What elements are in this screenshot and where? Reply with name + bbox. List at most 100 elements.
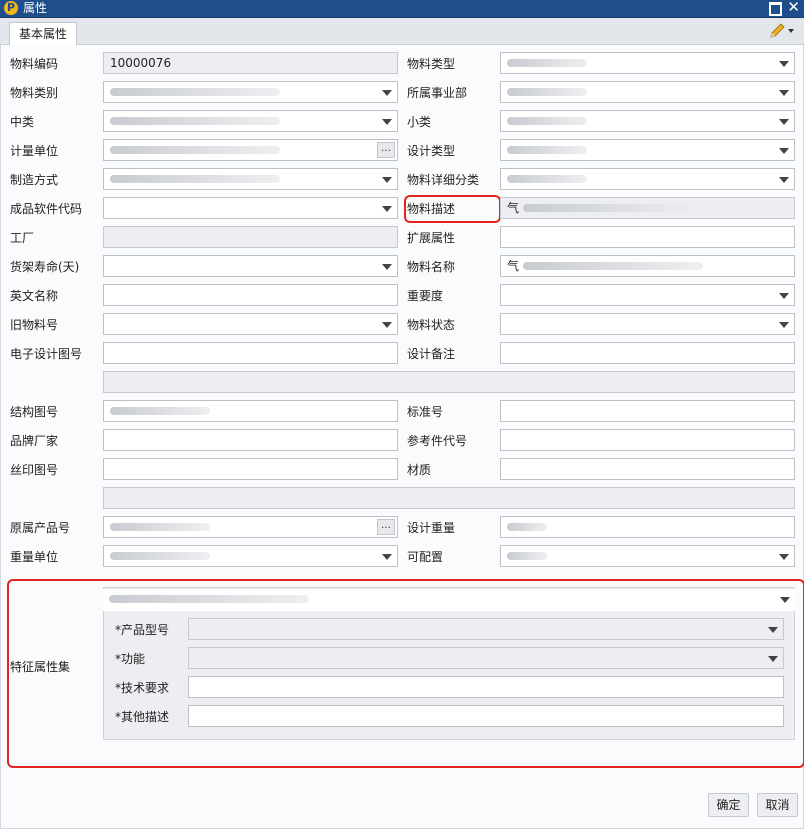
structure-drawing-field[interactable] — [103, 400, 398, 422]
chevron-down-icon[interactable] — [765, 650, 781, 666]
label-design-weight: 设计重量 — [407, 521, 456, 535]
label-small-class: 小类 — [407, 115, 432, 129]
app-logo-icon: P — [4, 1, 18, 15]
ellipsis-icon[interactable]: … — [377, 142, 395, 158]
cancel-button[interactable]: 取消 — [757, 793, 798, 817]
chevron-down-icon[interactable] — [379, 113, 395, 129]
design-weight-field[interactable] — [500, 516, 795, 538]
business-unit-select[interactable] — [500, 81, 795, 103]
label-material-status: 物料状态 — [407, 318, 456, 332]
chevron-down-icon[interactable] — [776, 287, 792, 303]
material-name-value: 气 — [507, 259, 520, 273]
label-manufacture: 制造方式 — [10, 173, 59, 187]
chevron-down-icon[interactable] — [765, 621, 781, 637]
chevron-down-icon[interactable] — [379, 200, 395, 216]
factory-field[interactable] — [103, 226, 398, 248]
chevron-down-icon[interactable] — [777, 591, 793, 607]
label-product-model: *产品型号 — [115, 623, 170, 637]
e-design-drawing-field[interactable] — [103, 342, 398, 364]
unit-field[interactable]: … — [103, 139, 398, 161]
chevron-down-icon[interactable] — [379, 548, 395, 564]
standard-no-field[interactable] — [500, 400, 795, 422]
label-orig-product-no: 原属产品号 — [10, 521, 71, 535]
material-type-select[interactable] — [500, 52, 795, 74]
ext-attr-field[interactable] — [500, 226, 795, 248]
configurable-select[interactable] — [500, 545, 795, 567]
chevron-down-icon[interactable] — [776, 55, 792, 71]
feature-set-select[interactable] — [103, 589, 795, 611]
material-code-value: 10000076 — [110, 56, 172, 70]
label-design-type: 设计类型 — [407, 144, 456, 158]
old-material-no-select[interactable] — [103, 313, 398, 335]
chevron-down-icon[interactable] — [379, 258, 395, 274]
tab-basic-attributes[interactable]: 基本属性 — [9, 22, 78, 45]
window-title: 属性 — [23, 1, 48, 15]
label-software-code: 成品软件代码 — [10, 202, 83, 216]
material-desc-value: 气 — [507, 201, 520, 215]
shelf-life-select[interactable] — [103, 255, 398, 277]
label-material-type: 物料类型 — [407, 57, 456, 71]
detail-class-select[interactable] — [500, 168, 795, 190]
label-material-name: 物料名称 — [407, 260, 456, 274]
middle-class-select[interactable] — [103, 110, 398, 132]
wide-readonly-field-2[interactable] — [103, 487, 795, 509]
maximize-icon[interactable] — [769, 2, 782, 16]
chevron-down-icon[interactable] — [776, 84, 792, 100]
other-desc-field[interactable] — [188, 705, 784, 727]
manufacture-select[interactable] — [103, 168, 398, 190]
product-model-select[interactable] — [188, 618, 784, 640]
tab-strip: 基本属性 — [0, 18, 804, 45]
label-function: *功能 — [115, 652, 146, 666]
label-feature-set: 特征属性集 — [10, 660, 71, 674]
close-icon[interactable]: ✕ — [787, 0, 800, 16]
pencil-icon[interactable] — [768, 22, 796, 40]
software-code-select[interactable] — [103, 197, 398, 219]
design-note-field[interactable] — [500, 342, 795, 364]
chevron-down-icon[interactable] — [776, 142, 792, 158]
label-factory: 工厂 — [10, 231, 35, 245]
english-name-field[interactable] — [103, 284, 398, 306]
label-importance: 重要度 — [407, 289, 444, 303]
label-detail-class: 物料详细分类 — [407, 173, 480, 187]
material-category-select[interactable] — [103, 81, 398, 103]
function-select[interactable] — [188, 647, 784, 669]
label-weight-unit: 重量单位 — [10, 550, 59, 564]
label-business-unit: 所属事业部 — [407, 86, 468, 100]
ref-part-code-field[interactable] — [500, 429, 795, 451]
material-desc-field[interactable]: 气 — [500, 197, 795, 219]
orig-product-no-field[interactable]: … — [103, 516, 398, 538]
design-type-select[interactable] — [500, 139, 795, 161]
label-silkscreen-drawing: 丝印图号 — [10, 463, 59, 477]
chevron-down-icon[interactable] — [379, 84, 395, 100]
label-tech-req: *技术要求 — [115, 681, 170, 695]
ellipsis-icon[interactable]: … — [377, 519, 395, 535]
label-material-quality: 材质 — [407, 463, 432, 477]
label-structure-drawing: 结构图号 — [10, 405, 59, 419]
wide-readonly-field-1[interactable] — [103, 371, 795, 393]
chevron-down-icon[interactable] — [776, 316, 792, 332]
label-standard-no: 标准号 — [407, 405, 444, 419]
window-titlebar: P 属性 ✕ — [0, 0, 804, 18]
material-status-select[interactable] — [500, 313, 795, 335]
material-name-field[interactable]: 气 — [500, 255, 795, 277]
chevron-down-icon[interactable] — [776, 171, 792, 187]
label-ref-part-code: 参考件代号 — [407, 434, 468, 448]
chevron-down-icon[interactable] — [379, 171, 395, 187]
importance-select[interactable] — [500, 284, 795, 306]
weight-unit-select[interactable] — [103, 545, 398, 567]
ok-button[interactable]: 确定 — [708, 793, 749, 817]
tech-req-field[interactable] — [188, 676, 784, 698]
chevron-down-icon[interactable] — [776, 548, 792, 564]
label-middle-class: 中类 — [10, 115, 35, 129]
chevron-down-icon[interactable] — [379, 316, 395, 332]
label-material-desc: 物料描述 — [407, 202, 456, 216]
label-ext-attr: 扩展属性 — [407, 231, 456, 245]
material-quality-field[interactable] — [500, 458, 795, 480]
label-material-category: 物料类别 — [10, 86, 59, 100]
label-english-name: 英文名称 — [10, 289, 59, 303]
material-code-field[interactable]: 10000076 — [103, 52, 398, 74]
chevron-down-icon[interactable] — [776, 113, 792, 129]
silkscreen-drawing-field[interactable] — [103, 458, 398, 480]
brand-vendor-field[interactable] — [103, 429, 398, 451]
small-class-select[interactable] — [500, 110, 795, 132]
